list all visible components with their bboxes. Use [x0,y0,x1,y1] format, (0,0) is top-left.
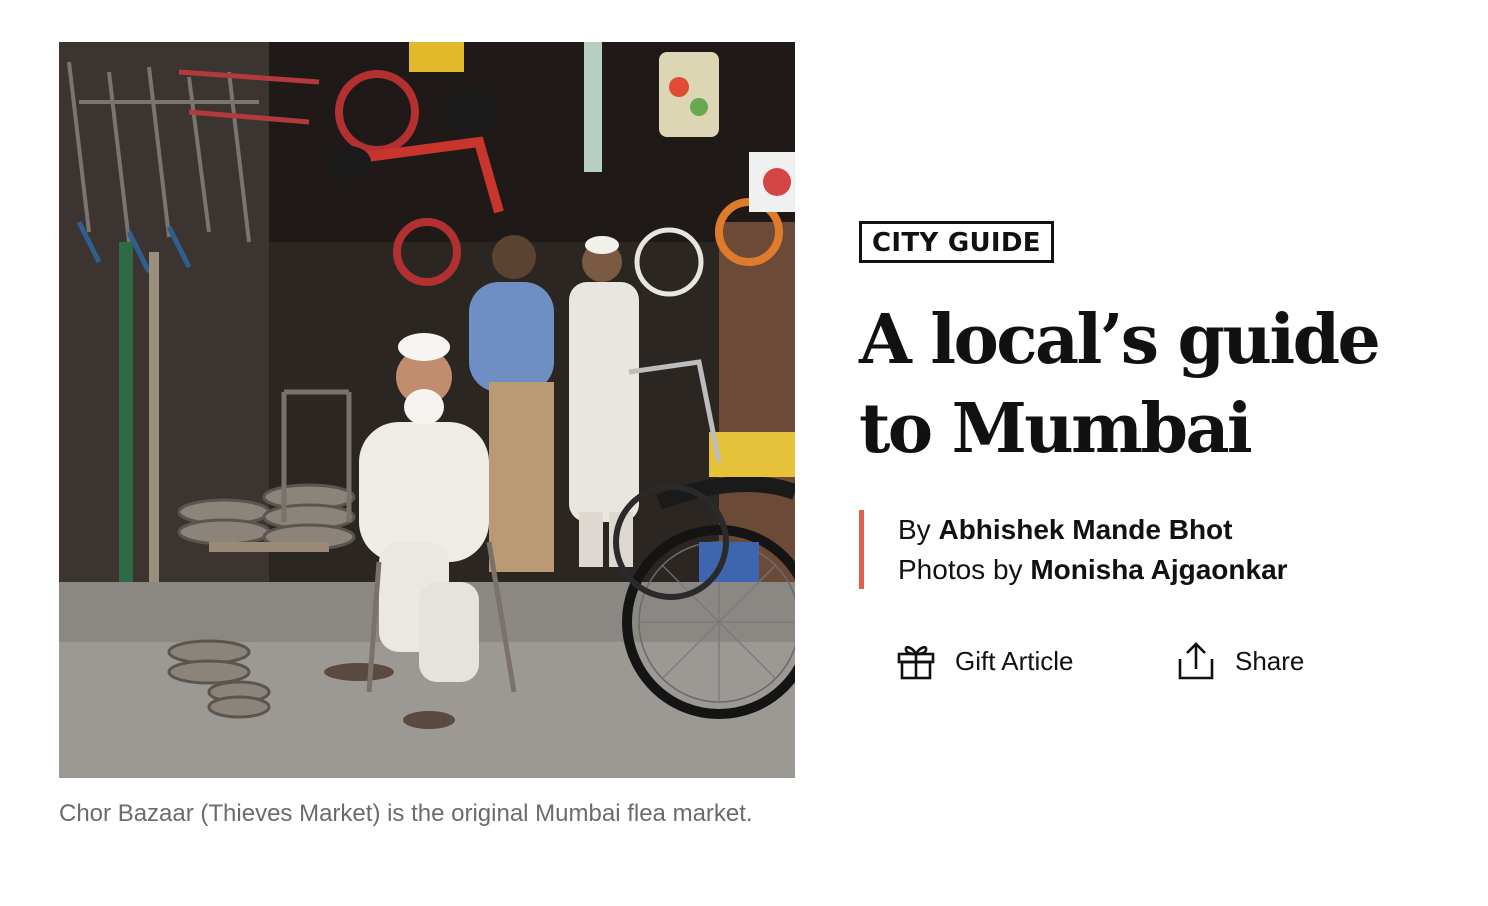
author-link[interactable]: Abhishek Mande Bhot [938,514,1232,545]
article-headline: A local’s guide to Mumbai [859,300,1381,469]
share-label: Share [1235,645,1305,676]
article-actions: Gift Article Share [896,640,1396,682]
gift-icon [897,645,935,680]
kicker-label: CITY GUIDE [872,228,1041,258]
author-line: By Abhishek Mande Bhot [898,510,1288,550]
photographer-link[interactable]: Monisha Ajgaonkar [1030,554,1287,585]
byline: By Abhishek Mande Bhot Photos by Monisha… [859,510,1288,589]
photo-caption: Chor Bazaar (Thieves Market) is the orig… [59,800,753,827]
photographer-line: Photos by Monisha Ajgaonkar [898,550,1288,590]
photos-prefix: Photos by [898,554,1031,585]
byline-prefix: By [898,514,939,545]
section-kicker[interactable]: CITY GUIDE [859,221,1054,263]
share-icon [1178,642,1214,680]
gift-article-button[interactable]: Gift Article [896,640,1073,682]
gift-article-label: Gift Article [955,645,1074,676]
hero-photo [59,42,795,778]
share-button[interactable]: Share [1176,640,1304,682]
hero-photo-illustration [59,42,795,778]
